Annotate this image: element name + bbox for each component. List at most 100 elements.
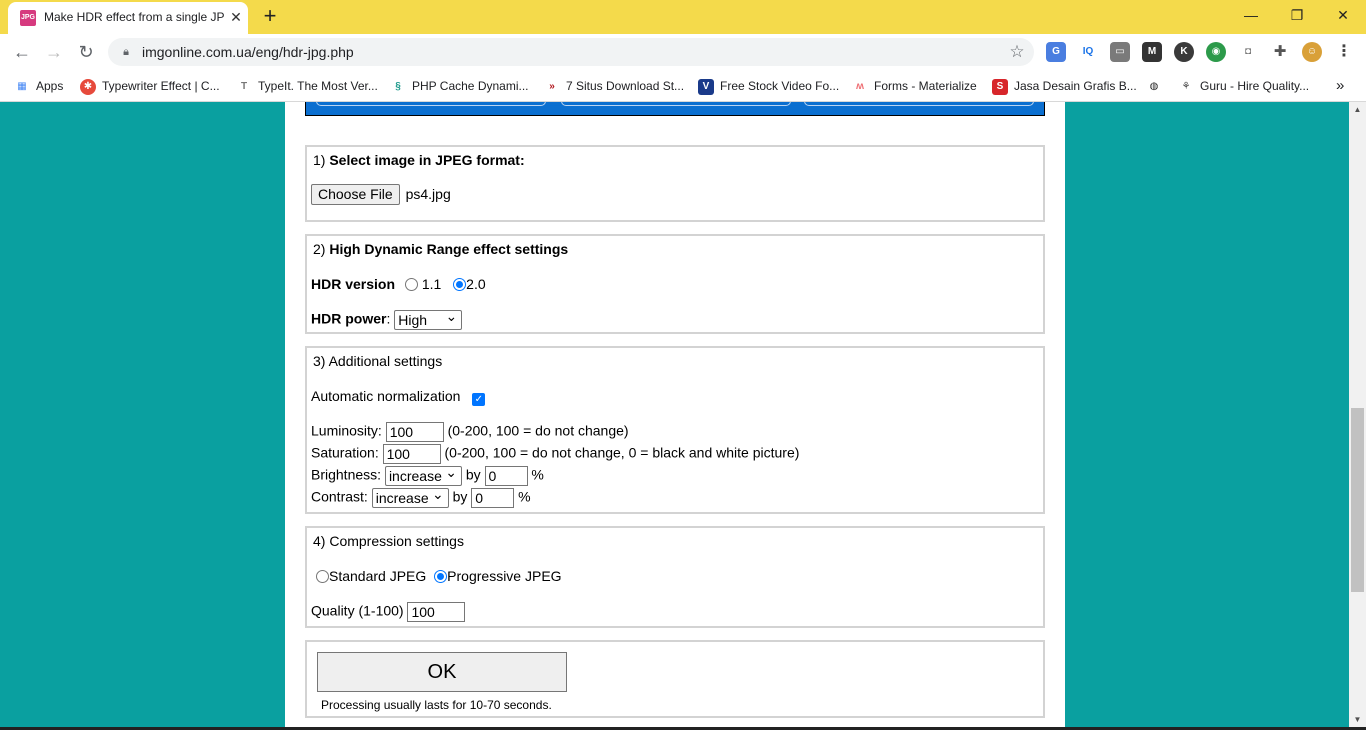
hdr-version-1-1-label: 1.1 bbox=[421, 276, 442, 292]
quality-input[interactable]: 100 bbox=[407, 602, 466, 622]
contrast-by-label: by bbox=[452, 488, 468, 505]
typeit-icon: T bbox=[236, 78, 252, 95]
contrast-input[interactable]: 0 bbox=[471, 488, 515, 508]
saturation-label: Saturation: bbox=[311, 444, 379, 461]
camera-extension-icon[interactable]: ◘ bbox=[1238, 42, 1258, 62]
v-logo-icon: V bbox=[698, 78, 714, 95]
address-bar[interactable]: 🔒︎ imgonline.com.ua/eng/hdr-jpg.php ☆ bbox=[108, 38, 1034, 66]
guru-icon: ⚘ bbox=[1178, 78, 1194, 95]
scroll-up-arrow-icon[interactable]: ▲ bbox=[1349, 102, 1366, 118]
vertical-scrollbar[interactable]: ▲ ▼ bbox=[1349, 102, 1366, 730]
bookmark-star-icon[interactable]: ☆ bbox=[1006, 41, 1028, 63]
banner-button[interactable] bbox=[561, 102, 791, 106]
forward-arrow-icon[interactable]: → bbox=[42, 40, 66, 64]
lock-icon: 🔒︎ bbox=[123, 46, 129, 58]
brightness-unit: % bbox=[531, 466, 544, 483]
browser-menu-icon[interactable]: ⋮ bbox=[1334, 42, 1354, 62]
bookmark-situs-download[interactable]: » 7 Situs Download St... bbox=[544, 77, 684, 95]
additional-settings-section: 3) Additional settings Automatic normali… bbox=[305, 346, 1045, 514]
jpeg-type-row: Standard JPEG Progressive JPEG bbox=[316, 568, 562, 584]
standard-jpeg-radio[interactable] bbox=[316, 570, 329, 583]
contrast-mode-select[interactable]: increase bbox=[371, 485, 449, 508]
restore-button[interactable]: ❐ bbox=[1274, 0, 1320, 32]
brightness-mode-select[interactable]: increase bbox=[384, 463, 462, 486]
brightness-row: Brightness: increase by 0 % bbox=[311, 463, 544, 486]
choose-file-button[interactable]: Choose File bbox=[311, 184, 400, 205]
bookmark-forms-materialize[interactable]: ʍ Forms - Materialize bbox=[852, 77, 977, 95]
section-1-title: 1) Select image in JPEG format: bbox=[313, 152, 525, 168]
k-extension-icon[interactable]: K bbox=[1174, 42, 1194, 62]
chat-extension-icon[interactable]: ▭ bbox=[1110, 42, 1130, 62]
close-tab-icon[interactable]: ✕ bbox=[226, 7, 246, 27]
bookmark-guru[interactable]: ⚘ Guru - Hire Quality... bbox=[1178, 77, 1309, 95]
luminosity-input[interactable]: 100 bbox=[385, 422, 444, 442]
hdr-version-1-1-radio[interactable] bbox=[404, 278, 418, 291]
profile-avatar[interactable]: ☺ bbox=[1302, 42, 1322, 62]
submit-section: OK Processing usually lasts for 10-70 se… bbox=[305, 640, 1045, 718]
contrast-row: Contrast: increase by 0 % bbox=[311, 485, 531, 508]
top-banner bbox=[305, 102, 1045, 116]
browser-tab[interactable]: JPG Make HDR effect from a single JPG ✕ bbox=[8, 2, 248, 34]
url-text[interactable]: imgonline.com.ua/eng/hdr-jpg.php bbox=[142, 44, 354, 60]
select-image-section: 1) Select image in JPEG format: Choose F… bbox=[305, 145, 1045, 222]
typewriter-icon: ✱ bbox=[80, 78, 96, 95]
bookmark-free-stock-video[interactable]: V Free Stock Video Fo... bbox=[698, 77, 839, 95]
banner-button[interactable] bbox=[316, 102, 546, 106]
luminosity-label: Luminosity: bbox=[311, 422, 382, 439]
bookmark-apps[interactable]: ▦ Apps bbox=[14, 77, 63, 95]
scrollbar-thumb[interactable] bbox=[1351, 408, 1364, 592]
bookmark-php-cache[interactable]: § PHP Cache Dynami... bbox=[390, 77, 529, 95]
contrast-unit: % bbox=[518, 488, 531, 505]
auto-normalization-row: Automatic normalization ✓ bbox=[311, 388, 486, 406]
bookmark-typewriter[interactable]: ✱ Typewriter Effect | C... bbox=[80, 77, 220, 95]
hdr-power-label: HDR power bbox=[311, 310, 387, 327]
ok-button[interactable]: OK bbox=[317, 652, 567, 692]
hdr-power-row: HDR power: High bbox=[311, 307, 463, 330]
bookmark-typeit[interactable]: T TypeIt. The Most Ver... bbox=[236, 77, 378, 95]
brightness-by-label: by bbox=[465, 466, 481, 483]
close-window-button[interactable]: ✕ bbox=[1320, 0, 1366, 32]
iq-extension-icon[interactable]: IQ bbox=[1078, 42, 1098, 62]
bookmark-jasa-desain[interactable]: S Jasa Desain Grafis B... bbox=[992, 77, 1137, 95]
bookmarks-bar: ▦ Apps ✱ Typewriter Effect | C... T TypeIt.… bbox=[0, 70, 1366, 102]
auto-normalization-checkbox[interactable]: ✓ bbox=[472, 393, 486, 406]
luminosity-row: Luminosity: 100 (0-200, 100 = do not cha… bbox=[311, 422, 629, 442]
section-2-title: 2) High Dynamic Range effect settings bbox=[313, 241, 569, 257]
brightness-label: Brightness: bbox=[311, 466, 382, 483]
jpg-favicon-icon: JPG bbox=[20, 10, 36, 26]
globe-icon: ◍ bbox=[1146, 78, 1162, 95]
processing-note: Processing usually lasts for 10-70 secon… bbox=[321, 698, 552, 712]
translate-extension-icon[interactable]: G bbox=[1046, 42, 1066, 62]
title-bar: JPG Make HDR effect from a single JPG ✕ … bbox=[0, 0, 1366, 34]
standard-jpeg-label: Standard JPEG bbox=[329, 568, 427, 584]
new-tab-button[interactable]: + bbox=[258, 5, 282, 29]
minimize-button[interactable]: — bbox=[1228, 0, 1274, 32]
more-bookmarks-icon[interactable]: » bbox=[1336, 77, 1344, 95]
medium-extension-icon[interactable]: M bbox=[1142, 42, 1162, 62]
hdr-settings-section: 2) High Dynamic Range effect settings HD… bbox=[305, 234, 1045, 334]
saturation-row: Saturation: 100 (0-200, 100 = do not cha… bbox=[311, 444, 799, 464]
bookmark-globe[interactable]: ◍ bbox=[1146, 77, 1168, 95]
section-3-title: 3) Additional settings bbox=[313, 353, 443, 369]
back-arrow-icon[interactable]: ← bbox=[10, 40, 34, 64]
apps-grid-icon: ▦ bbox=[14, 78, 30, 95]
main-content: 1) Select image in JPEG format: Choose F… bbox=[285, 102, 1065, 730]
hdr-version-row: HDR version 1.1 2.0 bbox=[311, 276, 486, 292]
materialize-icon: ʍ bbox=[852, 78, 868, 95]
hdr-power-select[interactable]: High bbox=[394, 307, 463, 330]
hdr-version-label: HDR version bbox=[311, 276, 396, 292]
progressive-jpeg-radio[interactable] bbox=[434, 570, 448, 583]
banner-button[interactable] bbox=[804, 102, 1034, 106]
puzzle-extensions-icon[interactable]: ✚ bbox=[1270, 42, 1290, 62]
s-logo-icon: S bbox=[992, 78, 1008, 95]
reload-icon[interactable]: ↻ bbox=[74, 40, 98, 64]
saturation-input[interactable]: 100 bbox=[382, 444, 441, 464]
php-cache-icon: § bbox=[390, 78, 406, 95]
saturation-hint: (0-200, 100 = do not change, 0 = black a… bbox=[444, 444, 800, 461]
auto-normalization-label: Automatic normalization bbox=[311, 388, 461, 404]
scroll-down-arrow-icon[interactable]: ▼ bbox=[1349, 712, 1366, 728]
globe-extension-icon[interactable]: ◉ bbox=[1206, 42, 1226, 62]
brightness-input[interactable]: 0 bbox=[484, 466, 528, 486]
hdr-version-2-0-radio[interactable] bbox=[453, 278, 467, 291]
browser-toolbar: ← → ↻ 🔒︎ imgonline.com.ua/eng/hdr-jpg.ph… bbox=[0, 34, 1366, 70]
